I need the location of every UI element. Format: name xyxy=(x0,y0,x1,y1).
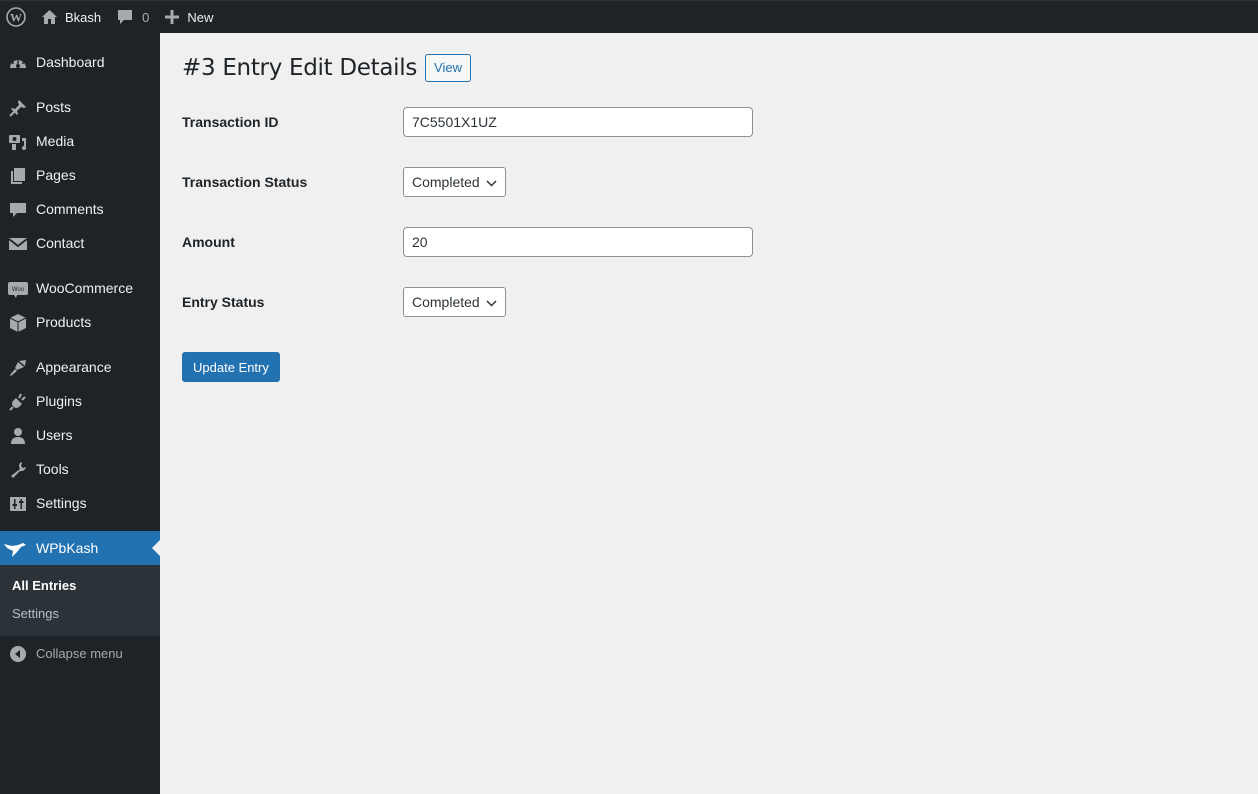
admin-sidebar: Dashboard Posts Media Pages Comments Con… xyxy=(0,33,160,794)
entry-status-select[interactable]: Completed xyxy=(403,287,506,317)
site-name: Bkash xyxy=(65,9,102,25)
sidebar-item-label: Settings xyxy=(36,495,87,511)
sidebar-item-contact[interactable]: Contact xyxy=(0,226,160,260)
menu-separator xyxy=(0,79,160,90)
transaction-id-row: Transaction ID xyxy=(182,107,1242,137)
svg-text:W: W xyxy=(10,11,22,25)
sidebar-item-label: Tools xyxy=(36,461,69,477)
comments-count: 0 xyxy=(142,9,150,25)
sidebar-item-posts[interactable]: Posts xyxy=(0,90,160,124)
envelope-icon xyxy=(8,234,28,254)
update-entry-button[interactable]: Update Entry xyxy=(182,352,280,382)
menu-separator xyxy=(0,339,160,350)
transaction-id-label: Transaction ID xyxy=(182,114,279,130)
menu-separator xyxy=(0,520,160,531)
pages-icon xyxy=(8,166,28,186)
sidebar-item-users[interactable]: Users xyxy=(0,418,160,452)
sidebar-item-label: Media xyxy=(36,133,75,149)
amount-input[interactable] xyxy=(403,227,753,257)
main-content: #3 Entry Edit Details View Transaction I… xyxy=(182,33,1242,382)
view-button[interactable]: View xyxy=(425,54,471,82)
menu-separator xyxy=(0,260,160,271)
sidebar-item-label: Plugins xyxy=(36,393,82,409)
sidebar-item-woocommerce[interactable]: Woo WooCommerce xyxy=(0,271,160,305)
sidebar-item-comments[interactable]: Comments xyxy=(0,192,160,226)
sidebar-item-label: WooCommerce xyxy=(36,280,133,296)
sidebar-item-appearance[interactable]: Appearance xyxy=(0,350,160,384)
sidebar-item-tools[interactable]: Tools xyxy=(0,452,160,486)
new-label: New xyxy=(187,9,214,25)
comment-icon xyxy=(117,9,142,26)
woo-icon: Woo xyxy=(8,279,28,299)
transaction-status-row: Transaction Status Completed xyxy=(182,167,1242,197)
svg-text:Woo: Woo xyxy=(12,287,25,293)
sidebar-item-pages[interactable]: Pages xyxy=(0,158,160,192)
user-icon xyxy=(8,426,28,446)
amount-row: Amount xyxy=(182,227,1242,257)
site-name-link[interactable]: Bkash xyxy=(33,1,109,33)
wordpress-logo-icon: W xyxy=(6,7,26,27)
new-content-link[interactable]: New xyxy=(157,1,221,33)
transaction-status-value: Completed xyxy=(412,174,480,190)
sidebar-item-label: Contact xyxy=(36,235,85,251)
sidebar-item-wpbkash[interactable]: WPbKash xyxy=(0,531,160,565)
wpbkash-submenu: All Entries Settings xyxy=(0,565,160,636)
sidebar-item-label: Products xyxy=(36,314,92,330)
home-icon xyxy=(41,9,65,25)
collapse-menu-label: Collapse menu xyxy=(36,645,123,661)
transaction-status-select[interactable]: Completed xyxy=(403,167,506,197)
entry-status-row: Entry Status Completed xyxy=(182,287,1242,317)
collapse-menu-button[interactable]: Collapse menu xyxy=(0,636,160,670)
chevron-down-icon xyxy=(486,294,497,310)
comment-icon xyxy=(8,200,28,220)
sidebar-item-label: WPbKash xyxy=(36,540,99,556)
sidebar-item-label: Appearance xyxy=(36,359,112,375)
transaction-status-label: Transaction Status xyxy=(182,174,308,190)
bird-icon xyxy=(4,539,28,559)
box-icon xyxy=(8,313,28,333)
comments-link[interactable]: 0 xyxy=(109,1,157,33)
sidebar-item-dashboard[interactable]: Dashboard xyxy=(0,45,160,79)
media-icon xyxy=(8,132,28,152)
plug-icon xyxy=(8,392,28,412)
entry-status-value: Completed xyxy=(412,294,480,310)
collapse-arrow-icon xyxy=(9,645,27,666)
submenu-item-settings[interactable]: Settings xyxy=(0,600,160,628)
sidebar-item-label: Pages xyxy=(36,167,76,183)
entry-status-label: Entry Status xyxy=(182,294,265,310)
sidebar-item-products[interactable]: Products xyxy=(0,305,160,339)
brush-icon xyxy=(8,358,28,378)
sidebar-item-label: Comments xyxy=(36,201,104,217)
sidebar-item-label: Dashboard xyxy=(36,54,105,70)
admin-bar: W Bkash 0 New xyxy=(0,0,1258,33)
wrench-icon xyxy=(8,460,28,480)
page-title: #3 Entry Edit Details xyxy=(182,55,418,81)
submenu-item-all-entries[interactable]: All Entries xyxy=(0,572,160,600)
chevron-down-icon xyxy=(486,174,497,190)
dashboard-icon xyxy=(8,53,28,73)
sidebar-item-settings[interactable]: Settings xyxy=(0,486,160,520)
page-header: #3 Entry Edit Details View xyxy=(182,54,1242,82)
sidebar-item-label: Posts xyxy=(36,99,72,115)
plus-icon xyxy=(165,10,187,24)
amount-label: Amount xyxy=(182,234,235,250)
pin-icon xyxy=(8,98,28,118)
sidebar-item-label: Users xyxy=(36,427,73,443)
sliders-icon xyxy=(8,494,28,514)
sidebar-item-plugins[interactable]: Plugins xyxy=(0,384,160,418)
wordpress-logo-button[interactable]: W xyxy=(0,1,33,33)
transaction-id-input[interactable] xyxy=(403,107,753,137)
sidebar-item-media[interactable]: Media xyxy=(0,124,160,158)
